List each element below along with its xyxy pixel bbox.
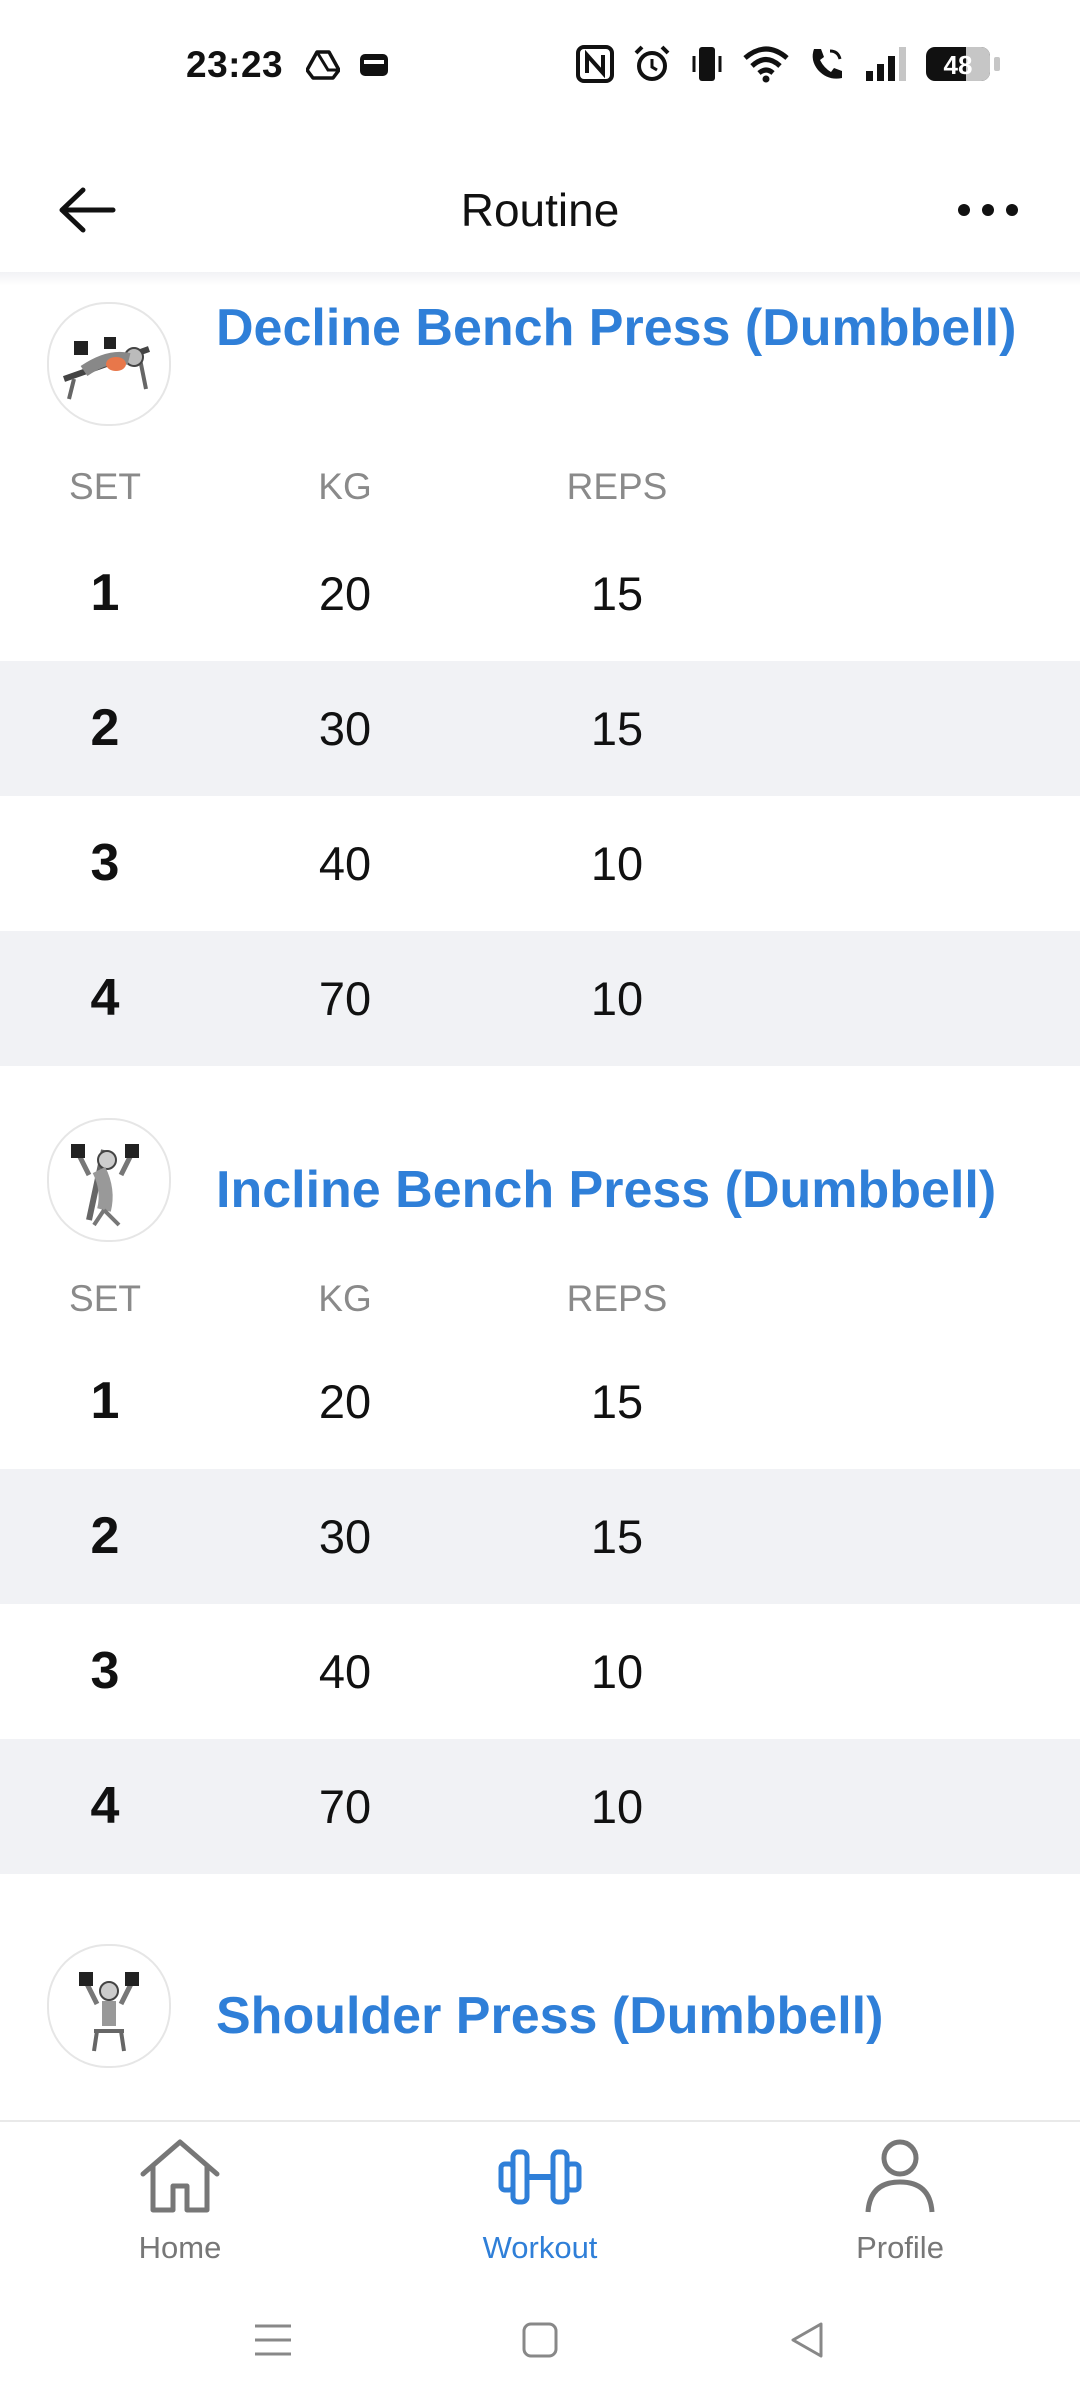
back-system-button[interactable] [767, 2305, 847, 2375]
set-number: 2 [90, 699, 120, 757]
nav-item-workout[interactable]: Workout [430, 2136, 650, 2266]
decline-bench-press-image [63, 337, 150, 400]
set-table-header: SET KG REPS [0, 456, 1080, 526]
column-reps: REPS [566, 466, 668, 507]
exercise-title[interactable]: Incline Bench Press (Dumbbell) [216, 1156, 1040, 1224]
set-number: 2 [90, 1507, 120, 1565]
column-kg: KG [318, 466, 372, 507]
set-reps: 10 [590, 1780, 644, 1833]
exercise-header[interactable]: Decline Bench Press (Dumbbell) [0, 286, 1080, 456]
set-row[interactable]: 4 70 10 [0, 931, 1080, 1066]
arrow-left-icon [59, 187, 116, 233]
status-right-icons: 48 [576, 44, 1000, 84]
exercise-card: Decline Bench Press (Dumbbell) SET KG RE… [0, 286, 1080, 1066]
set-reps: 15 [590, 1375, 644, 1428]
column-reps: REPS [566, 1278, 668, 1319]
nav-label-profile: Profile [856, 2230, 944, 2265]
set-row[interactable]: 3 40 10 [0, 796, 1080, 931]
column-set: SET [69, 1278, 141, 1319]
exercise-card: Shoulder Press (Dumbbell) [0, 1944, 1080, 2094]
exercise-thumbnail[interactable] [47, 1944, 171, 2068]
wallet-icon [358, 50, 390, 80]
set-kg: 20 [318, 1375, 372, 1428]
set-row[interactable]: 2 30 15 [0, 661, 1080, 796]
back-button[interactable] [52, 175, 122, 245]
shoulder-press-image [79, 1972, 139, 2052]
exercise-header[interactable]: Shoulder Press (Dumbbell) [0, 1944, 1080, 2094]
square-icon [522, 2322, 558, 2358]
set-reps: 15 [590, 1510, 644, 1563]
triangle-back-icon [791, 2322, 823, 2358]
battery-level: 48 [943, 50, 973, 80]
menu-lines-icon [255, 2324, 291, 2356]
wifi-call-icon [808, 45, 846, 83]
column-kg: KG [318, 1278, 372, 1319]
set-row[interactable]: 2 30 15 [0, 1469, 1080, 1604]
set-reps: 15 [590, 567, 644, 620]
exercise-thumbnail[interactable] [47, 1118, 171, 1242]
drive-icon [306, 50, 340, 80]
set-kg: 70 [318, 972, 372, 1025]
wifi-icon [742, 45, 790, 83]
nav-item-profile[interactable]: Profile [790, 2136, 1010, 2266]
status-left-icons [306, 50, 390, 80]
set-number: 3 [90, 1642, 120, 1700]
routine-content[interactable]: Decline Bench Press (Dumbbell) SET KG RE… [0, 286, 1080, 2120]
recent-apps-button[interactable] [233, 2305, 313, 2375]
header-divider [0, 272, 1080, 286]
status-time: 23:23 [186, 44, 284, 85]
set-number: 4 [90, 1777, 120, 1835]
more-options-button[interactable] [948, 175, 1028, 245]
set-kg: 30 [318, 1510, 372, 1563]
system-navigation-bar [0, 2275, 1080, 2400]
page-title: Routine [460, 184, 620, 236]
set-row[interactable]: 3 40 10 [0, 1604, 1080, 1739]
exercise-thumbnail[interactable] [47, 302, 171, 426]
set-row[interactable]: 1 20 15 [0, 526, 1080, 661]
status-bar: 23:23 48 [0, 0, 1080, 140]
dumbbell-icon [498, 2149, 582, 2205]
exercise-title[interactable]: Shoulder Press (Dumbbell) [216, 1982, 1040, 2050]
set-number: 1 [90, 1372, 120, 1430]
app-header: Routine [0, 140, 1080, 280]
more-horizontal-icon [958, 204, 1018, 216]
alarm-icon [632, 44, 672, 84]
person-icon [865, 2139, 935, 2213]
set-number: 1 [90, 564, 120, 622]
column-set: SET [69, 466, 141, 507]
nav-label-home: Home [138, 2230, 222, 2265]
set-reps: 10 [590, 1645, 644, 1698]
set-number: 4 [90, 969, 120, 1027]
set-table-header: SET KG REPS [0, 1268, 1080, 1334]
set-kg: 70 [318, 1780, 372, 1833]
nav-label-workout: Workout [482, 2230, 598, 2265]
set-reps: 10 [590, 972, 644, 1025]
nfc-icon [576, 45, 614, 83]
set-row[interactable]: 1 20 15 [0, 1334, 1080, 1469]
set-row[interactable]: 4 70 10 [0, 1739, 1080, 1874]
set-number: 3 [90, 834, 120, 892]
incline-bench-press-image [71, 1144, 139, 1227]
battery-icon: 48 [926, 47, 990, 81]
exercise-title[interactable]: Decline Bench Press (Dumbbell) [216, 294, 1040, 362]
signal-icon [864, 45, 908, 83]
nav-item-home[interactable]: Home [70, 2136, 290, 2266]
set-kg: 20 [318, 567, 372, 620]
set-kg: 40 [318, 837, 372, 890]
exercise-header[interactable]: Incline Bench Press (Dumbbell) [0, 1118, 1080, 1268]
vibrate-icon [690, 44, 724, 84]
set-kg: 40 [318, 1645, 372, 1698]
home-icon [140, 2139, 220, 2213]
set-kg: 30 [318, 702, 372, 755]
exercise-card: Incline Bench Press (Dumbbell) SET KG RE… [0, 1118, 1080, 1874]
bottom-navigation: Home Workout Profile [0, 2120, 1080, 2277]
home-system-button[interactable] [500, 2305, 580, 2375]
set-reps: 15 [590, 702, 644, 755]
set-reps: 10 [590, 837, 644, 890]
